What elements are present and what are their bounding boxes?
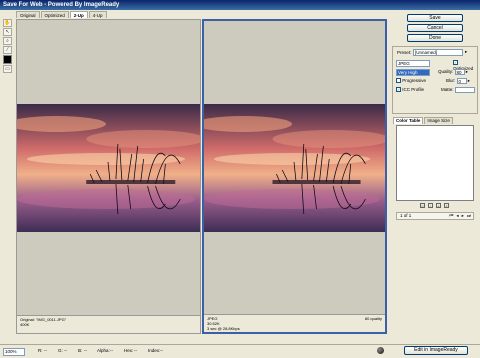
quality-input[interactable]: 80 — [454, 69, 465, 75]
optimized-image — [204, 104, 385, 232]
quality-slider-arrow-icon[interactable]: ▸ — [466, 69, 468, 74]
matte-select[interactable] — [454, 87, 475, 93]
quality-level-select[interactable]: Very High — [396, 69, 430, 76]
optimized-quality: 80 quality — [364, 316, 382, 321]
blur-label: Blur: — [446, 78, 456, 84]
g-label: G: — [58, 348, 63, 353]
preview-in-browser-icon[interactable] — [377, 347, 384, 354]
window-title: Save For Web - Powered By ImageReady — [0, 0, 480, 10]
blur-slider-arrow-icon[interactable]: ▸ — [468, 78, 470, 83]
optimized-info: JPEG 30.52K 3 sec @ 28.8Kbps 80 quality — [204, 314, 385, 332]
tab-optimized[interactable]: Optimized — [40, 11, 69, 18]
r-value: -- — [44, 348, 47, 353]
zoom-tool-icon[interactable]: ⌕ — [3, 37, 12, 45]
view-tabs: Original Optimized 2-Up 4-Up — [16, 11, 107, 18]
original-info: Original: "IMG_0011.JPG" 400K — [17, 315, 200, 333]
settings-panel: Preset: [Unnamed] ▸ JPEG ✓ Optimized Ver… — [392, 46, 478, 114]
optimized-download-time: 3 sec @ 28.8Kbps — [207, 326, 240, 331]
color-table-pager: 1 of 1 ⏮ ◂ ▸ ⏭ — [396, 212, 474, 220]
play-icon[interactable]: ▸ — [462, 213, 464, 219]
preset-label: Preset: — [397, 50, 412, 55]
pager-text: 1 of 1 — [400, 213, 412, 218]
original-preview-pane[interactable]: Original: "IMG_0011.JPG" 400K — [16, 19, 201, 334]
delete-color-icon[interactable]: × — [444, 203, 449, 208]
new-color-icon[interactable]: + — [436, 203, 441, 208]
progressive-label: Progressive — [402, 78, 427, 83]
format-select[interactable]: JPEG — [396, 60, 430, 67]
color-table-controls: ◇ ▫ + × — [420, 203, 449, 208]
b-label: B: — [78, 348, 83, 353]
r-label: R: — [38, 348, 43, 353]
tab-color-table[interactable]: Color Table — [393, 117, 424, 124]
tab-4-up[interactable]: 4-Up — [88, 11, 107, 18]
edit-in-imageready-button[interactable]: Edit in ImageReady — [404, 346, 468, 355]
eyedropper-tool-icon[interactable]: ⁄ — [3, 46, 12, 54]
matte-label: Matte: — [441, 87, 454, 93]
tab-2-up[interactable]: 2-Up — [69, 11, 88, 18]
settings-menu-icon[interactable]: ▸ — [465, 49, 467, 56]
blur-input[interactable]: 0 — [456, 78, 467, 84]
icc-profile-label: ICC Profile — [402, 87, 425, 92]
quality-label: Quality: — [438, 69, 454, 75]
index-label: Index: — [148, 348, 161, 353]
hex-label: Hex: — [124, 348, 134, 353]
alpha-value: -- — [110, 348, 113, 353]
prev-page-icon[interactable]: ◂ — [456, 213, 458, 219]
lock-color-icon[interactable]: ▫ — [428, 203, 433, 208]
optimized-checkbox[interactable]: ✓ — [453, 60, 458, 66]
zoom-select[interactable]: 100% — [3, 348, 25, 356]
cancel-button[interactable]: Cancel — [407, 24, 463, 32]
slice-select-tool-icon[interactable]: ↖ — [3, 28, 12, 36]
icc-profile-checkbox[interactable]: ✓ — [396, 87, 401, 93]
preset-select[interactable]: [Unnamed] — [413, 49, 463, 56]
hand-tool-icon[interactable]: ✋ — [3, 19, 12, 27]
original-image — [17, 104, 200, 232]
save-button[interactable]: Save — [407, 14, 463, 22]
color-table-tabs: Color Table Image Size — [393, 117, 453, 124]
index-value: -- — [160, 348, 163, 353]
toolbox: ✋ ↖ ⌕ ⁄ ▭ — [2, 18, 13, 74]
alpha-label: Alpha: — [97, 348, 110, 353]
original-filesize: 400K — [20, 322, 30, 327]
action-buttons: Save Cancel Done — [392, 14, 478, 44]
last-page-icon[interactable]: ⏭ — [467, 213, 471, 219]
progressive-checkbox[interactable] — [396, 78, 401, 84]
toggle-slices-icon[interactable]: ▭ — [3, 65, 12, 73]
tab-image-size[interactable]: Image Size — [424, 117, 453, 124]
tab-original[interactable]: Original — [16, 11, 40, 18]
first-page-icon[interactable]: ⏮ — [449, 213, 453, 219]
done-button[interactable]: Done — [407, 34, 463, 42]
color-table-area — [396, 125, 474, 201]
web-shift-icon[interactable]: ◇ — [420, 203, 425, 208]
eyedropper-color-swatch[interactable] — [3, 55, 12, 64]
b-value: -- — [84, 348, 87, 353]
g-value: -- — [64, 348, 67, 353]
hex-value: -- — [134, 348, 137, 353]
optimized-preview-pane[interactable]: JPEG 30.52K 3 sec @ 28.8Kbps 80 quality — [202, 19, 387, 334]
